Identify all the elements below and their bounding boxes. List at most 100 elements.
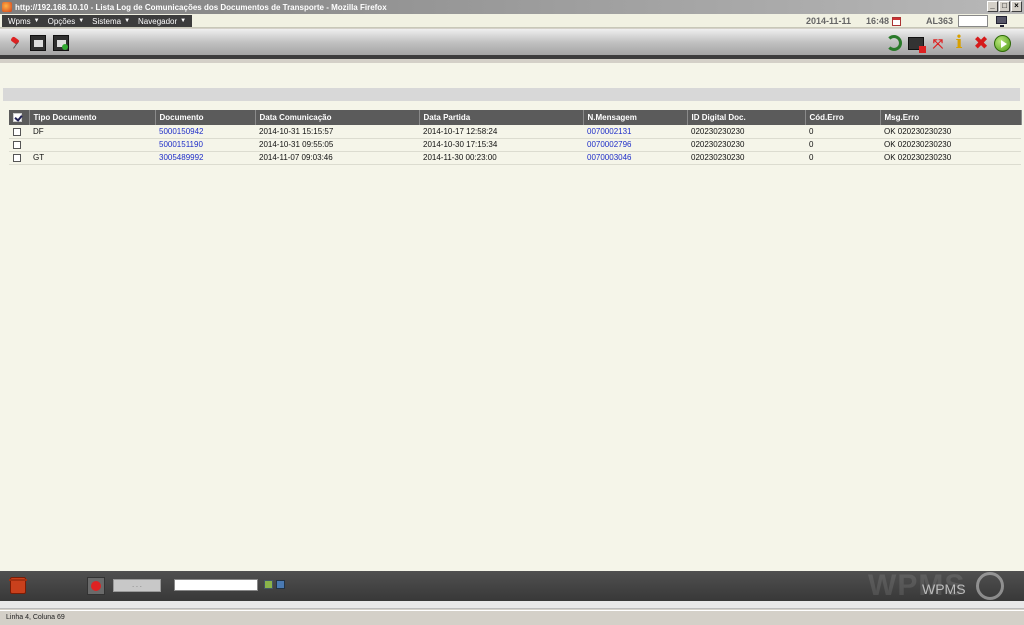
- cell-msg-erro: OK 020230230230: [880, 125, 1021, 139]
- chevron-down-icon: ▼: [180, 18, 187, 24]
- page-field[interactable]: . . .: [113, 579, 161, 592]
- toolbar: ⤧ i ✖: [0, 29, 1024, 59]
- chevron-down-icon: ▼: [33, 18, 40, 24]
- person-icon: [976, 572, 1004, 600]
- export-icon[interactable]: [264, 580, 273, 589]
- close-button[interactable]: ✖: [972, 34, 990, 52]
- row-checkbox[interactable]: [9, 151, 29, 165]
- cell-id-digital: 020230230230: [687, 151, 805, 165]
- col-id-digital[interactable]: ID Digital Doc.: [687, 110, 806, 125]
- expand-icon: ⤧: [932, 35, 944, 51]
- envelope-icon: [53, 35, 69, 51]
- cell-data-comunicacao: 2014-10-31 15:15:57: [255, 125, 419, 139]
- monitor-alert-icon: [908, 36, 926, 53]
- cell-tipo: DF: [29, 125, 155, 139]
- cell-cod-erro: 0: [805, 138, 880, 152]
- window-controls: _ □ ×: [987, 1, 1022, 12]
- col-msg-erro[interactable]: Msg.Erro: [880, 110, 1022, 125]
- cell-data-partida: 2014-10-17 12:58:24: [419, 125, 583, 139]
- chevron-down-icon: ▼: [78, 18, 85, 24]
- close-icon: ✖: [973, 33, 989, 53]
- cell-cod-erro: 0: [805, 125, 880, 139]
- info-button[interactable]: i: [950, 34, 968, 52]
- monitor-alert-button[interactable]: [907, 34, 926, 53]
- pin-button[interactable]: [6, 34, 24, 52]
- cell-tipo: GT: [29, 151, 155, 165]
- cell-documento-link[interactable]: 3005489992: [155, 151, 255, 165]
- under-strip: [0, 601, 1024, 609]
- cell-cod-erro: 0: [805, 151, 880, 165]
- cell-data-partida: 2014-10-30 17:15:34: [419, 138, 583, 152]
- storage-icon: [30, 35, 46, 51]
- maximize-button[interactable]: □: [999, 1, 1010, 12]
- bottom-input[interactable]: [174, 579, 258, 591]
- menu-sistema-label: Sistema: [92, 16, 122, 26]
- status-bar: Linha 4, Coluna 69: [0, 610, 1024, 625]
- pin-icon: [9, 37, 21, 49]
- cell-tipo: [29, 138, 155, 152]
- chevron-down-icon: ▼: [124, 18, 131, 24]
- cell-mensagem-link[interactable]: 0070002131: [583, 125, 687, 139]
- menu-sistema[interactable]: Sistema ▼: [88, 17, 134, 26]
- menu-bar: Wpms ▼ Opções ▼ Sistema ▼ Navegador ▼ 2014-1…: [0, 14, 1024, 28]
- storage-button[interactable]: [29, 34, 47, 52]
- bottom-bar: . . . WPMS WPMS: [0, 569, 1024, 602]
- col-documento[interactable]: Documento: [155, 110, 256, 125]
- cell-id-digital: 020230230230: [687, 138, 805, 152]
- refresh-icon: [886, 35, 902, 51]
- close-window-button[interactable]: ×: [1011, 1, 1022, 12]
- trash-icon[interactable]: [9, 577, 27, 594]
- col-tipo-documento[interactable]: Tipo Documento: [29, 110, 156, 125]
- row-checkbox[interactable]: [9, 125, 29, 139]
- window-title: http://192.168.10.10 - Lista Log de Comu…: [15, 2, 387, 12]
- current-time: 16:48: [866, 16, 890, 26]
- bug-button[interactable]: [87, 577, 105, 595]
- refresh-button[interactable]: [885, 34, 903, 52]
- info-icon: i: [955, 32, 963, 53]
- cell-documento-link[interactable]: 5000151190: [155, 138, 255, 152]
- menu-wpms-label: Wpms: [8, 16, 31, 26]
- quick-input[interactable]: [958, 15, 988, 27]
- cell-documento-link[interactable]: 5000150942: [155, 125, 255, 139]
- cell-id-digital: 020230230230: [687, 125, 805, 139]
- cell-data-partida: 2014-11-30 00:23:00: [419, 151, 583, 165]
- cell-msg-erro: OK 020230230230: [880, 138, 1021, 152]
- log-grid: Tipo Documento Documento Data Comunicaçã…: [9, 110, 1022, 165]
- bug-icon: [91, 581, 101, 591]
- expand-button[interactable]: ⤧: [929, 34, 947, 52]
- col-data-comunicacao[interactable]: Data Comunicação: [255, 110, 420, 125]
- row-checkbox[interactable]: [9, 138, 29, 152]
- status-text: Linha 4, Coluna 69: [6, 614, 65, 621]
- menu-navegador-label: Navegador: [138, 16, 178, 26]
- filter-strip: [3, 88, 1020, 101]
- cell-data-comunicacao: 2014-11-07 09:03:46: [255, 151, 419, 165]
- menu-opcoes-label: Opções: [47, 16, 76, 26]
- cell-data-comunicacao: 2014-10-31 09:55:05: [255, 138, 419, 152]
- col-n-mensagem[interactable]: N.Mensagem: [583, 110, 688, 125]
- table-row: GT 3005489992 2014-11-07 09:03:46 2014-1…: [9, 151, 1021, 165]
- envelope-button[interactable]: [52, 34, 70, 52]
- menu-navegador[interactable]: Navegador ▼: [134, 17, 190, 26]
- window-titlebar: http://192.168.10.10 - Lista Log de Comu…: [0, 0, 1024, 14]
- cell-msg-erro: OK 020230230230: [880, 151, 1021, 165]
- menu-opcoes[interactable]: Opções ▼: [44, 17, 89, 26]
- log-table: Tipo Documento Documento Data Comunicaçã…: [9, 110, 1022, 165]
- menu-wpms[interactable]: Wpms ▼: [4, 17, 44, 26]
- print-icon[interactable]: [276, 580, 285, 589]
- firefox-icon: [2, 2, 12, 12]
- col-data-partida[interactable]: Data Partida: [419, 110, 584, 125]
- wpms-logo: WPMS WPMS: [868, 569, 1018, 602]
- table-row: DF 5000150942 2014-10-31 15:15:57 2014-1…: [9, 125, 1021, 139]
- cell-mensagem-link[interactable]: 0070002796: [583, 138, 687, 152]
- monitor-icon[interactable]: [996, 16, 1007, 27]
- table-header-row: Tipo Documento Documento Data Comunicaçã…: [9, 110, 1022, 125]
- main-content: Tipo Documento Documento Data Comunicaçã…: [0, 63, 1024, 571]
- select-all-checkbox[interactable]: [9, 110, 30, 125]
- go-icon: [993, 34, 1011, 52]
- logo-text: WPMS: [922, 581, 966, 597]
- calendar-icon[interactable]: [892, 14, 901, 28]
- go-button[interactable]: [993, 34, 1011, 52]
- col-cod-erro[interactable]: Cód.Erro: [805, 110, 881, 125]
- cell-mensagem-link[interactable]: 0070003046: [583, 151, 687, 165]
- minimize-button[interactable]: _: [987, 1, 998, 12]
